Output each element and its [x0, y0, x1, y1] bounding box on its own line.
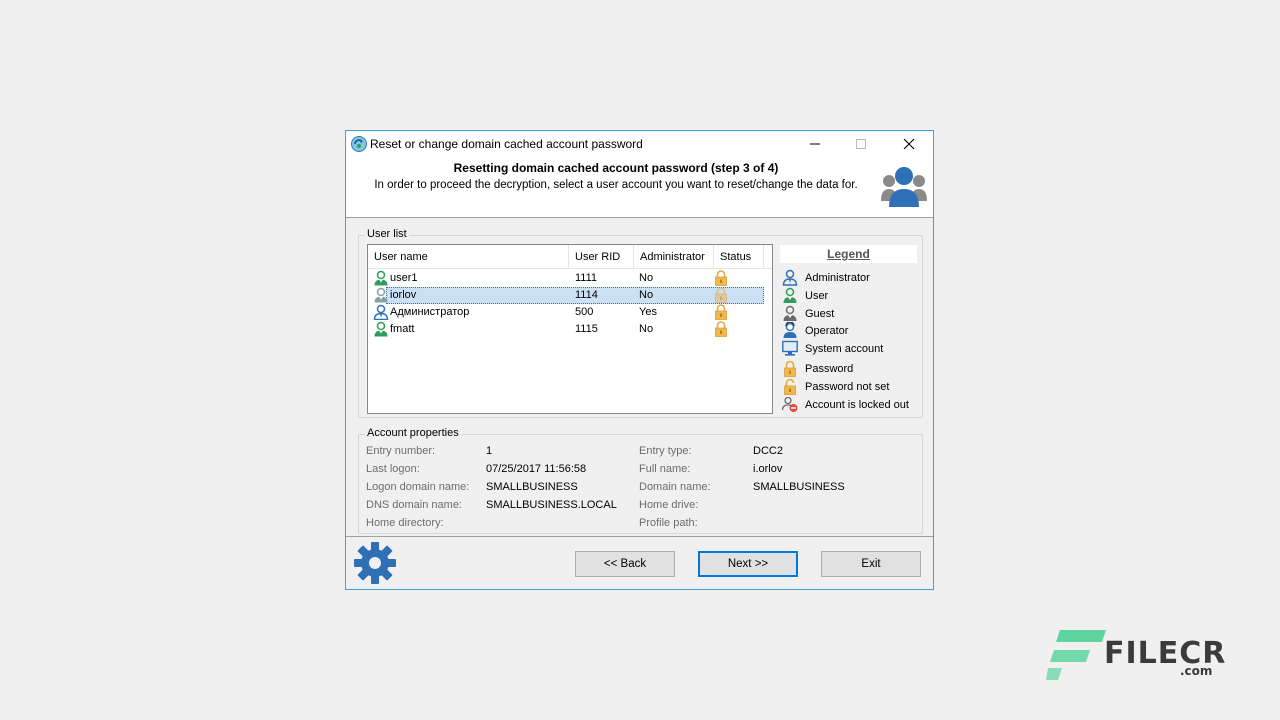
- legend-item: Guest: [780, 305, 917, 323]
- user-list-group: User list User name User RID Administrat…: [358, 228, 923, 418]
- cell-administrator: No: [639, 272, 654, 284]
- system-account-icon: [782, 340, 798, 356]
- watermark-tld: .com: [1180, 664, 1213, 678]
- user-list-view[interactable]: User name User RID Administrator Status …: [367, 244, 773, 414]
- account-properties-label: Account properties: [365, 427, 461, 439]
- exit-button[interactable]: Exit: [821, 551, 921, 577]
- full-name-value: i.orlov: [753, 463, 783, 475]
- entry-type-label: Entry type:: [639, 445, 692, 457]
- wizard-header: Resetting domain cached account password…: [346, 157, 933, 218]
- home-drive-label: Home drive:: [639, 499, 699, 511]
- legend-label: Guest: [805, 308, 835, 320]
- cell-user-rid: 1111: [575, 272, 598, 284]
- legend-label: System account: [805, 343, 884, 355]
- domain-name-label: Domain name:: [639, 481, 711, 493]
- lock-icon: [715, 304, 727, 320]
- title-bar[interactable]: Reset or change domain cached account pa…: [346, 131, 933, 157]
- footer-divider: [346, 536, 933, 537]
- home-directory-label: Home directory:: [366, 517, 444, 529]
- user-list-label: User list: [365, 228, 409, 240]
- full-name-label: Full name:: [639, 463, 691, 475]
- next-button[interactable]: Next >>: [698, 551, 798, 577]
- administrator-icon: [782, 269, 798, 286]
- user-icon: [783, 287, 797, 303]
- column-user-name[interactable]: User name: [368, 245, 569, 269]
- close-icon: [903, 138, 915, 150]
- logon-domain-value: SMALLBUSINESS: [486, 481, 578, 493]
- cell-administrator: Yes: [639, 306, 657, 318]
- legend-item: Password: [780, 360, 917, 378]
- legend-item: Password not set: [780, 378, 917, 396]
- dns-domain-value: SMALLBUSINESS.LOCAL: [486, 499, 617, 511]
- legend-label: User: [805, 290, 829, 302]
- profile-path-label: Profile path:: [639, 517, 698, 529]
- user-icon: [374, 270, 388, 286]
- entry-number-value: 1: [486, 445, 493, 457]
- wizard-step-title: Resetting domain cached account password…: [453, 161, 779, 175]
- users-group-icon: [881, 167, 927, 207]
- table-row[interactable]: fmatt 1115 No: [368, 321, 772, 338]
- administrator-icon: [373, 304, 389, 320]
- legend-panel: Legend Administrator User Guest Operator…: [780, 245, 917, 414]
- account-properties-group: Account properties Entry number: 1 Last …: [358, 427, 923, 534]
- cell-user-rid: 500: [575, 306, 594, 318]
- gear-icon: [354, 542, 396, 584]
- maximize-icon: [856, 139, 866, 149]
- cell-user-rid: 1115: [575, 323, 598, 335]
- legend-label: Administrator: [805, 272, 870, 284]
- filecr-watermark: FILECR .com: [1046, 628, 1225, 684]
- legend-label: Password not set: [805, 381, 890, 393]
- column-user-rid[interactable]: User RID: [569, 245, 634, 269]
- table-row[interactable]: Администратор 500 Yes: [368, 304, 772, 321]
- legend-label: Account is locked out: [805, 399, 909, 411]
- filecr-logo-icon: [1046, 630, 1106, 680]
- lock-icon: [715, 287, 727, 303]
- lock-icon: [784, 360, 796, 377]
- dns-domain-label: DNS domain name:: [366, 499, 462, 511]
- guest-icon: [783, 305, 797, 321]
- column-administrator[interactable]: Administrator: [634, 245, 714, 269]
- logon-domain-label: Logon domain name:: [366, 481, 470, 493]
- close-button[interactable]: [886, 131, 932, 157]
- cell-user-name: Администратор: [390, 306, 470, 318]
- user-icon: [374, 321, 388, 337]
- last-logon-label: Last logon:: [366, 463, 420, 475]
- entry-type-value: DCC2: [753, 445, 783, 457]
- maximize-button[interactable]: [838, 131, 884, 157]
- table-row[interactable]: user1 1111 No: [368, 270, 772, 287]
- wizard-step-description: In order to proceed the decryption, sele…: [374, 179, 858, 191]
- table-row[interactable]: iorlov 1114 No: [368, 287, 772, 304]
- lock-icon: [715, 321, 727, 337]
- window-title: Reset or change domain cached account pa…: [370, 137, 643, 151]
- cell-administrator: No: [639, 323, 654, 335]
- guest-icon: [374, 287, 388, 303]
- legend-item: Administrator: [780, 269, 917, 287]
- app-icon: [351, 136, 367, 152]
- lock-icon: [715, 270, 727, 286]
- domain-name-value: SMALLBUSINESS: [753, 481, 845, 493]
- cell-user-name: iorlov: [390, 289, 417, 301]
- legend-label: Operator: [805, 325, 849, 337]
- back-button[interactable]: << Back: [575, 551, 675, 577]
- cell-administrator: No: [639, 289, 654, 301]
- minimize-button[interactable]: [792, 131, 838, 157]
- column-status[interactable]: Status: [714, 245, 764, 269]
- locked-out-icon: [782, 396, 798, 412]
- cell-user-name: fmatt: [390, 323, 415, 335]
- minimize-icon: [810, 143, 820, 145]
- operator-icon: [783, 322, 797, 338]
- legend-item: Account is locked out: [780, 396, 917, 414]
- last-logon-value: 07/25/2017 11:56:58: [486, 463, 587, 475]
- list-header: User name User RID Administrator Status: [368, 245, 772, 269]
- legend-title: Legend: [780, 245, 917, 263]
- cell-user-rid: 1114: [575, 289, 598, 301]
- legend-item: System account: [780, 340, 917, 358]
- cell-user-name: user1: [390, 272, 418, 284]
- entry-number-label: Entry number:: [366, 445, 436, 457]
- unlock-icon: [784, 378, 796, 395]
- legend-item: User: [780, 287, 917, 305]
- legend-label: Password: [805, 363, 854, 375]
- legend-item: Operator: [780, 322, 917, 340]
- dialog-window: Reset or change domain cached account pa…: [345, 130, 934, 590]
